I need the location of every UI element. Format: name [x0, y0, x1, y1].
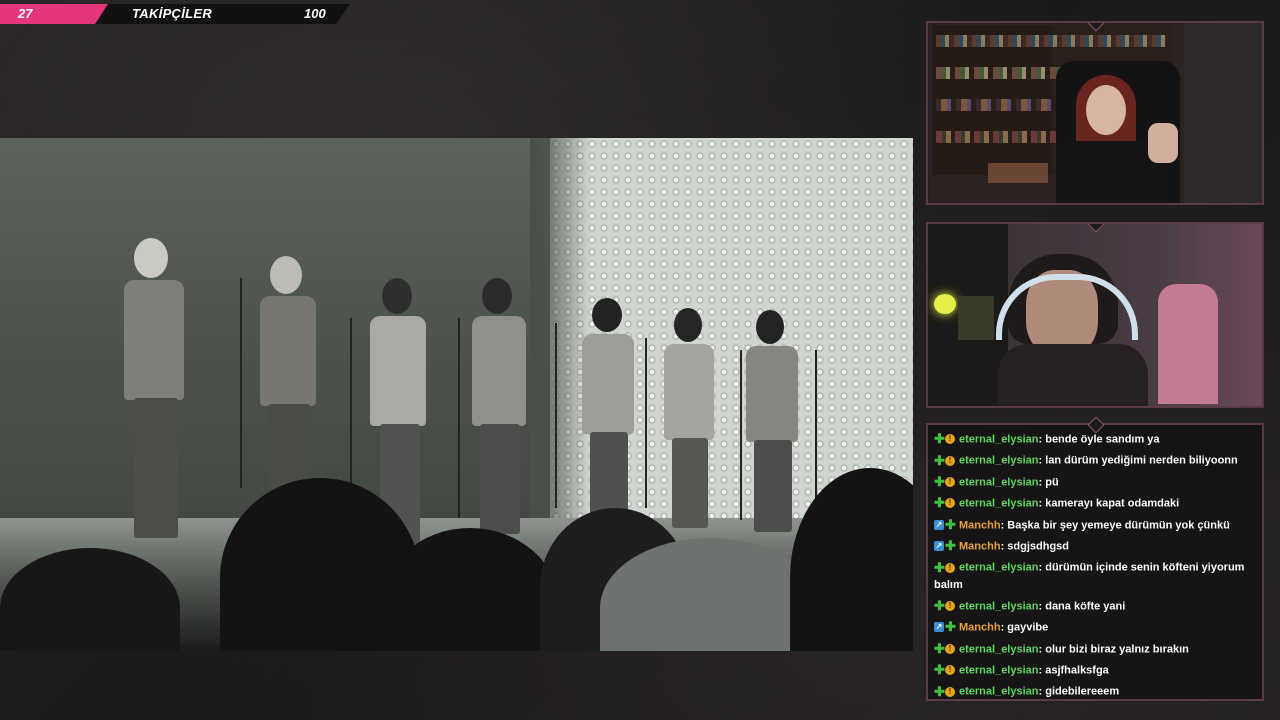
chat-username[interactable]: Manchh	[959, 622, 1001, 634]
follower-goal-bar: 27 TAKİPÇİLER 100	[0, 4, 350, 24]
box	[988, 163, 1048, 183]
chat-username[interactable]: eternal_elysian	[959, 686, 1039, 698]
chat-username[interactable]: Manchh	[959, 540, 1001, 552]
goal-target-count: 100	[304, 6, 326, 21]
coin-badge-icon: !	[945, 498, 955, 509]
chat-badges: ✚!	[934, 431, 956, 448]
chat-text: : lan dürüm yediğimi nerden biliyoonn	[1038, 454, 1238, 467]
plus-badge-icon: ✚	[934, 473, 945, 489]
plus-badge-icon: ✚	[945, 538, 956, 554]
chat-message: ↗ ✚ Manchh: gayvibe	[934, 619, 1256, 636]
chat-username[interactable]: eternal_elysian	[959, 643, 1039, 655]
chat-badges: ✚!	[934, 683, 956, 700]
chat-text: : olur bizi biraz yalnız bırakın	[1038, 643, 1189, 656]
wall	[1184, 23, 1262, 203]
plus-badge-icon: ✚	[934, 495, 945, 511]
mic-stand	[458, 318, 460, 518]
chat-message: ✚! eternal_elysian: asjfhalksfga	[934, 662, 1256, 679]
plus-badge-icon: ✚	[934, 452, 945, 468]
mic-stand	[240, 278, 242, 488]
chat-text: : pü	[1038, 476, 1059, 489]
chat-username[interactable]: eternal_elysian	[959, 433, 1039, 445]
chat-text: : gayvibe	[1000, 621, 1049, 634]
mic-stand	[645, 338, 647, 508]
arrow-badge-icon: ↗	[934, 519, 944, 530]
chat-message: ✚! eternal_elysian: gidebilereeem	[934, 683, 1256, 700]
chat-badges: ✚!	[934, 452, 956, 469]
coin-badge-icon: !	[945, 686, 955, 697]
coin-badge-icon: !	[945, 600, 955, 611]
plus-badge-icon: ✚	[945, 619, 956, 635]
chat-badges: ✚!	[934, 598, 956, 615]
mic-stand	[350, 318, 352, 508]
chat-badges: ✚!	[934, 495, 956, 512]
mic-stand	[740, 350, 742, 520]
arrow-badge-icon: ↗	[934, 541, 944, 552]
coin-badge-icon: !	[945, 643, 955, 654]
chat-username[interactable]: eternal_elysian	[959, 562, 1039, 574]
webcam-streamer-2	[926, 222, 1264, 408]
chat-text: : Başka bir şey yemeye dürümün yok çünkü	[1000, 519, 1230, 532]
chat-message: ✚! eternal_elysian: kamerayı kapat odamda…	[934, 495, 1256, 512]
goal-fill	[0, 4, 108, 24]
coin-badge-icon: !	[945, 455, 955, 466]
goal-current-count: 27	[18, 6, 33, 21]
chat-message-list[interactable]: ✚! eternal_elysian: bende öyle sandım ya ✚…	[934, 431, 1256, 705]
chat-message: ↗ ✚ Manchh: Başka bir şey yemeye dürümün y…	[934, 517, 1256, 534]
plus-badge-icon: ✚	[934, 640, 945, 656]
streamer-face	[1086, 85, 1126, 135]
plus-badge-icon: ✚	[934, 597, 945, 613]
goal-label: TAKİPÇİLER	[132, 6, 213, 21]
chat-badges: ✚!	[934, 641, 956, 658]
main-video-player[interactable]	[0, 138, 913, 651]
chat-message: ↗ ✚ Manchh: sdgjsdhgsd	[934, 538, 1256, 555]
chat-username[interactable]: eternal_elysian	[959, 498, 1039, 510]
chat-message: ✚! eternal_elysian: dana köfte yani	[934, 598, 1256, 615]
chat-username[interactable]: eternal_elysian	[959, 600, 1039, 612]
chat-text: : gidebilereeem	[1038, 685, 1120, 698]
chat-text: : sdgjsdhgsd	[1000, 540, 1070, 553]
chat-badges: ↗ ✚	[934, 517, 956, 534]
coin-badge-icon: !	[945, 434, 955, 445]
chat-badges: ✚!	[934, 662, 956, 679]
coin-badge-icon: !	[945, 476, 955, 487]
plus-badge-icon: ✚	[934, 559, 945, 575]
book-row	[936, 35, 1166, 47]
plus-badge-icon: ✚	[934, 431, 945, 447]
pink-gaming-chair	[1158, 284, 1218, 404]
streamer-hand	[1148, 123, 1178, 163]
chat-message: ✚! eternal_elysian: pü	[934, 474, 1256, 491]
chat-badges: ✚!	[934, 559, 956, 576]
chat-text: : asjfhalksfga	[1038, 664, 1109, 677]
plus-badge-icon: ✚	[945, 516, 956, 532]
plus-badge-icon: ✚	[934, 683, 945, 699]
mic-stand	[555, 323, 557, 508]
chat-message: ✚! eternal_elysian: lan dürüm yediğimi ne…	[934, 452, 1256, 469]
pc-components	[958, 296, 994, 340]
chat-badges: ↗ ✚	[934, 538, 956, 555]
chat-username[interactable]: eternal_elysian	[959, 476, 1039, 488]
chat-text: : dana köfte yani	[1038, 600, 1126, 613]
chat-message: ✚! eternal_elysian: dürümün içinde senin …	[934, 559, 1256, 593]
chat-badges: ✚!	[934, 474, 956, 491]
streamer-body	[998, 344, 1148, 406]
coin-badge-icon: !	[945, 562, 955, 573]
chat-text: : bende öyle sandım ya	[1038, 433, 1160, 446]
chat-badges: ↗ ✚	[934, 619, 956, 636]
chat-message: ✚! eternal_elysian: bende öyle sandım ya	[934, 431, 1256, 448]
plus-badge-icon: ✚	[934, 662, 945, 678]
chat-username[interactable]: Manchh	[959, 519, 1001, 531]
chat-username[interactable]: eternal_elysian	[959, 664, 1039, 676]
arrow-badge-icon: ↗	[934, 622, 944, 633]
coin-badge-icon: !	[945, 665, 955, 676]
webcam-streamer-1	[926, 21, 1264, 205]
chat-message: ✚! eternal_elysian: olur bizi biraz yalnı…	[934, 641, 1256, 658]
chat-username[interactable]: eternal_elysian	[959, 455, 1039, 467]
pc-fan-light	[934, 294, 956, 314]
chat-panel: ✚! eternal_elysian: bende öyle sandım ya ✚…	[926, 416, 1264, 701]
chat-text: : kamerayı kapat odamdaki	[1038, 497, 1180, 510]
